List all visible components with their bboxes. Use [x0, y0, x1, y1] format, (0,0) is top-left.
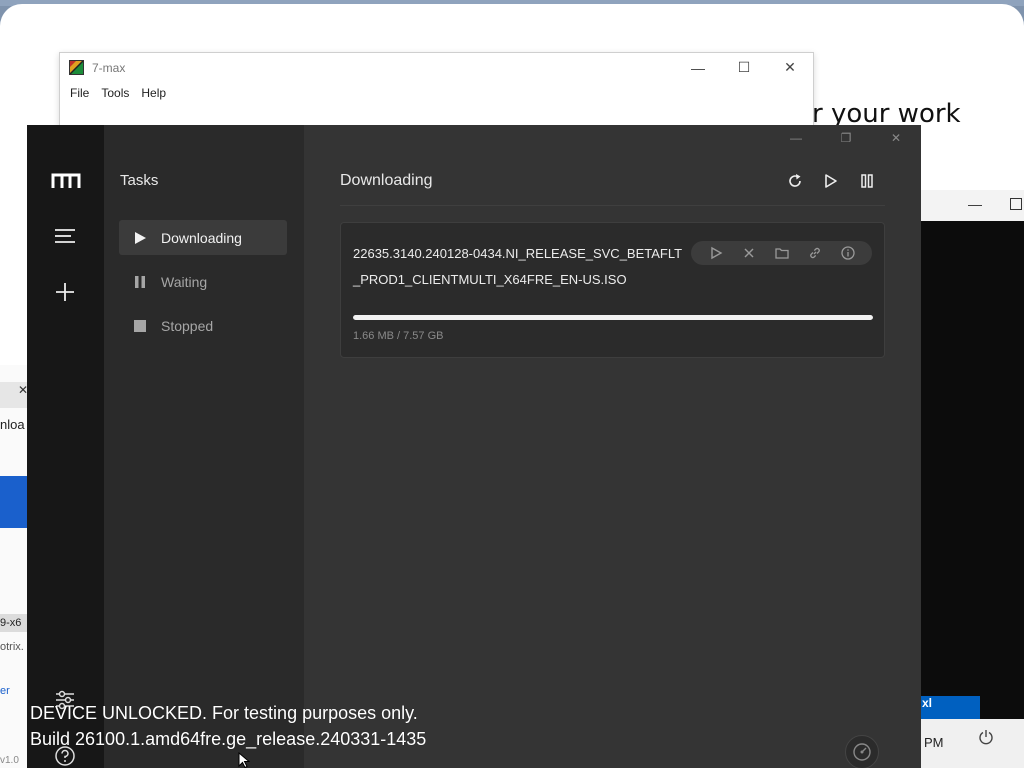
right-window-maximize-button[interactable] [1010, 198, 1022, 210]
left-window-link[interactable]: er [0, 685, 10, 697]
task-copy-link-button[interactable] [808, 246, 822, 260]
play-icon [710, 246, 722, 260]
seven-max-minimize-button[interactable]: — [675, 53, 721, 82]
sidebar-item-stopped[interactable]: Stopped [119, 308, 287, 343]
main-toolbar [777, 170, 885, 192]
sidebar-title: Tasks [120, 172, 159, 189]
menu-tools[interactable]: Tools [95, 86, 135, 100]
left-background-window: ✕ nloa 9-x6 otrix. er v1.0 [0, 365, 27, 768]
left-window-blue-button[interactable] [0, 476, 27, 528]
seven-max-menubar: File Tools Help [60, 82, 813, 104]
task-file-name: 22635.3140.240128-0434.NI_RELEASE_SVC_BE… [353, 246, 683, 287]
sidebar-item-label: Stopped [161, 317, 214, 334]
right-background-window: — xl PM [918, 190, 1024, 768]
motrix-maximize-button[interactable]: ❐ [821, 125, 871, 151]
left-window-download-text: nloa [0, 417, 25, 432]
motrix-window: Tasks Downloading Waiting Stopped — ❐ ✕ … [27, 125, 921, 768]
pause-all-icon [861, 174, 873, 188]
menu-help[interactable]: Help [135, 86, 172, 100]
info-icon [840, 246, 855, 260]
motrix-logo-icon[interactable] [51, 173, 81, 189]
motrix-minimize-button[interactable]: — [771, 125, 821, 151]
power-icon[interactable] [978, 729, 994, 745]
main-panel: — ❐ ✕ Downloading 22635.3140.240128-0434… [304, 125, 921, 768]
refresh-icon [789, 174, 801, 187]
speedometer-icon [853, 743, 871, 761]
task-info-button[interactable] [840, 246, 855, 260]
watermark-line-1: DEVICE UNLOCKED. For testing purposes on… [30, 703, 418, 723]
folder-icon [774, 248, 789, 259]
seven-max-titlebar: 7-max — ☐ ✕ [60, 53, 813, 82]
task-open-folder-button[interactable] [774, 246, 789, 260]
seven-max-maximize-button[interactable]: ☐ [721, 53, 767, 82]
speed-limit-button[interactable] [845, 735, 879, 768]
right-window-time-text: PM [924, 735, 944, 750]
seven-max-window: 7-max — ☐ ✕ File Tools Help [59, 52, 814, 134]
refresh-button[interactable] [777, 170, 813, 192]
sidebar-item-waiting[interactable]: Waiting [119, 264, 287, 299]
add-task-icon[interactable] [54, 281, 76, 303]
stop-icon [134, 319, 146, 332]
seven-max-close-button[interactable]: ✕ [767, 53, 813, 82]
mouse-cursor-icon [238, 752, 250, 768]
task-progress-bar [353, 315, 873, 320]
header-divider [340, 205, 885, 206]
task-remove-button[interactable] [742, 246, 756, 260]
pause-all-button[interactable] [849, 170, 885, 192]
task-size-text: 1.66 MB / 7.57 GB [353, 330, 444, 342]
sidebar-item-label: Waiting [161, 273, 208, 290]
task-actions [691, 241, 872, 265]
device-unlocked-watermark: DEVICE UNLOCKED. For testing purposes on… [30, 700, 426, 752]
resume-all-icon [825, 174, 837, 188]
link-icon [809, 247, 820, 259]
left-window-tab-close-icon[interactable]: ✕ [18, 383, 27, 397]
left-window-file-label: 9-x6 [0, 614, 27, 632]
motrix-icon-rail [27, 125, 104, 768]
seven-max-app-icon [69, 60, 84, 75]
menu-file[interactable]: File [64, 86, 95, 100]
sidebar-item-label: Downloading [161, 229, 242, 246]
right-window-minimize-button[interactable]: — [968, 196, 982, 212]
page-title: Downloading [340, 172, 433, 189]
seven-max-title: 7-max [92, 60, 126, 75]
right-window-titlebar: — [918, 190, 1024, 221]
left-window-version-text: v1.0 [0, 755, 19, 766]
menu-icon[interactable] [54, 227, 76, 245]
sidebar-item-downloading[interactable]: Downloading [119, 220, 287, 255]
task-progress-fill [353, 315, 873, 320]
play-icon [135, 231, 146, 244]
tasks-sidebar: Tasks Downloading Waiting Stopped [104, 125, 304, 768]
resume-all-button[interactable] [813, 170, 849, 192]
task-item[interactable]: 22635.3140.240128-0434.NI_RELEASE_SVC_BE… [340, 222, 885, 358]
motrix-close-button[interactable]: ✕ [871, 125, 921, 151]
right-window-primary-button[interactable]: xl [918, 696, 980, 719]
right-window-bottom-bar: PM [918, 719, 1024, 768]
left-window-otrix-text: otrix. [0, 641, 24, 653]
remove-icon [744, 248, 753, 258]
task-resume-button[interactable] [709, 246, 723, 260]
watermark-line-2: Build 26100.1.amd64fre.ge_release.240331… [30, 729, 427, 749]
pause-icon [135, 275, 145, 288]
